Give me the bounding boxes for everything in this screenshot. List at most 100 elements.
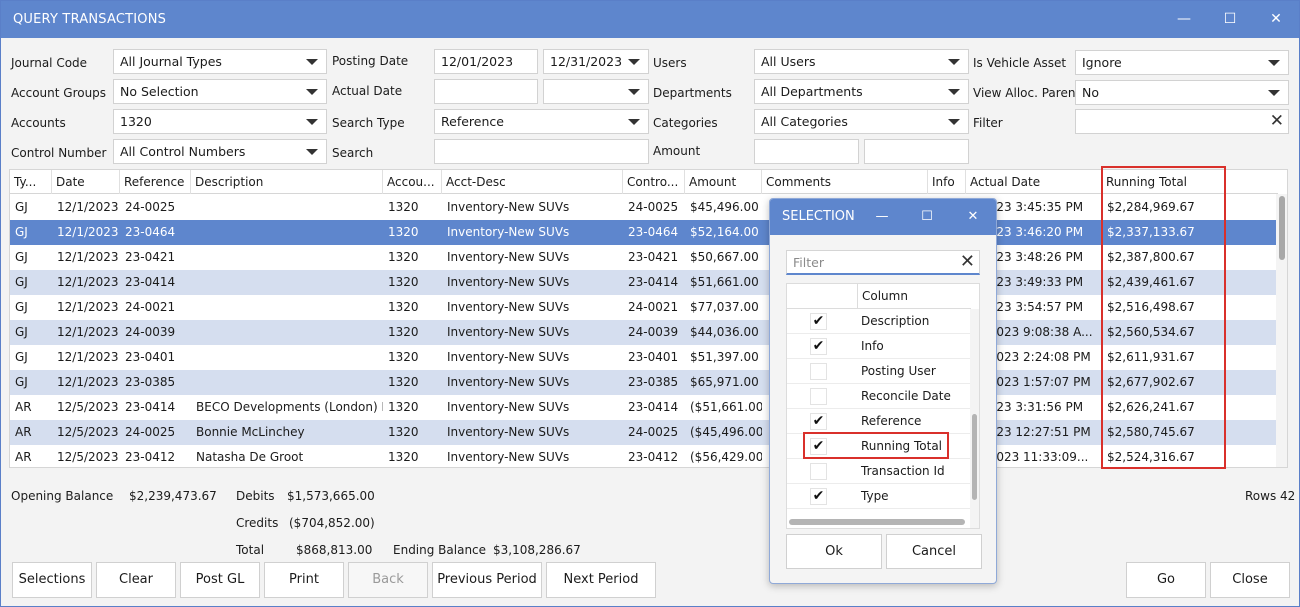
running-total-option-highlight <box>803 432 949 459</box>
amount-from-input[interactable] <box>754 139 859 164</box>
maximize-icon[interactable]: ☐ <box>1215 7 1245 31</box>
departments-label: Departments <box>653 86 732 100</box>
clear-filter-icon[interactable]: ✕ <box>1270 110 1284 133</box>
type-cell: GJ <box>15 350 28 364</box>
table-row[interactable]: GJ 12/1/2023 24-0039 1320 Inventory-New SUVs… <box>10 320 1277 345</box>
col-date-header[interactable]: Date <box>52 170 120 194</box>
col-actual-date-header[interactable]: Actual Date <box>966 170 1102 194</box>
list-item[interactable]: ✔ Type <box>787 484 971 509</box>
search-type-dropdown[interactable]: Reference <box>434 109 649 134</box>
cancel-button[interactable]: Cancel <box>886 534 982 569</box>
table-row[interactable]: GJ 12/1/2023 24-0025 1320 Inventory-New SUVs… <box>10 195 1277 220</box>
posting-date-from-value: 12/01/2023 <box>441 54 514 69</box>
description-cell <box>191 220 383 245</box>
list-item[interactable]: Reconcile Date <box>787 384 971 409</box>
reference-cell: 24-0025 <box>125 425 176 439</box>
table-row[interactable]: GJ 12/1/2023 23-0464 1320 Inventory-New SUVs… <box>10 220 1277 245</box>
col-control-header[interactable]: Contro... <box>623 170 685 194</box>
opening-balance-label: Opening Balance <box>11 489 114 503</box>
column-checkbox[interactable] <box>810 463 827 480</box>
rows-count: Rows 42 <box>1245 489 1296 503</box>
column-checkbox[interactable] <box>810 388 827 405</box>
control-number-dropdown[interactable]: All Control Numbers <box>113 139 327 164</box>
clear-selection-filter-icon[interactable]: ✕ <box>960 250 975 273</box>
close-button[interactable]: Close <box>1210 562 1290 598</box>
amount-to-input[interactable] <box>864 139 969 164</box>
clear-button[interactable]: Clear <box>96 562 176 598</box>
account-cell: 1320 <box>388 225 419 239</box>
journal-code-dropdown[interactable]: All Journal Types <box>113 49 327 74</box>
print-button[interactable]: Print <box>264 562 344 598</box>
control-cell: 23-0421 <box>628 250 679 264</box>
table-row[interactable]: AR 12/5/2023 24-0025 Bonnie McLinchey 1320 In… <box>10 420 1277 445</box>
column-checkbox[interactable]: ✔ <box>810 413 827 430</box>
dialog-maximize-icon[interactable]: ☐ <box>915 206 939 228</box>
col-account-header[interactable]: Accou... <box>383 170 442 194</box>
reference-cell: 24-0039 <box>125 325 176 339</box>
dialog-minimize-icon[interactable]: — <box>870 206 894 228</box>
departments-dropdown[interactable]: All Departments <box>754 79 969 104</box>
table-row[interactable]: GJ 12/1/2023 24-0021 1320 Inventory-New SUVs… <box>10 295 1277 320</box>
users-dropdown[interactable]: All Users <box>754 49 969 74</box>
back-button[interactable]: Back <box>348 562 428 598</box>
amount-cell: $77,037.00 <box>690 300 759 314</box>
column-checkbox[interactable]: ✔ <box>810 488 827 505</box>
col-comments-header[interactable]: Comments <box>762 170 928 194</box>
search-input[interactable] <box>434 139 649 164</box>
list-item[interactable]: Posting User <box>787 359 971 384</box>
col-amount-header[interactable]: Amount <box>685 170 762 194</box>
account-groups-dropdown[interactable]: No Selection <box>113 79 327 104</box>
selection-filter-input[interactable]: Filter ✕ <box>786 250 980 275</box>
actual-date-to-dropdown[interactable] <box>543 79 649 104</box>
actual-date-from-input[interactable] <box>434 79 538 104</box>
ok-button[interactable]: Ok <box>786 534 882 569</box>
grid-scroll-thumb[interactable] <box>1279 196 1285 260</box>
list-horizontal-scrollbar[interactable] <box>789 519 965 525</box>
list-scroll-thumb[interactable] <box>972 414 977 500</box>
accounts-dropdown[interactable]: 1320 <box>113 109 327 134</box>
posting-date-from-input[interactable]: 12/01/2023 <box>434 49 538 74</box>
table-row[interactable]: GJ 12/1/2023 23-0421 1320 Inventory-New SUVs… <box>10 245 1277 270</box>
column-checkbox[interactable] <box>810 363 827 380</box>
posting-date-to-dropdown[interactable]: 12/31/2023 <box>543 49 649 74</box>
date-cell: 12/1/2023 <box>57 250 119 264</box>
view-alloc-parents-dropdown[interactable]: No <box>1075 80 1289 105</box>
column-checkbox[interactable]: ✔ <box>810 338 827 355</box>
post-gl-button[interactable]: Post GL <box>180 562 260 598</box>
categories-dropdown[interactable]: All Categories <box>754 109 969 134</box>
table-row[interactable]: AR 12/5/2023 23-0412 Natasha De Groot 1320 In… <box>10 445 1277 467</box>
account-cell: 1320 <box>388 400 419 414</box>
list-item[interactable]: Transaction Id <box>787 459 971 484</box>
selections-button[interactable]: Selections <box>12 562 92 598</box>
dialog-close-icon[interactable]: ✕ <box>961 206 985 228</box>
table-row[interactable]: GJ 12/1/2023 23-0401 1320 Inventory-New SUVs… <box>10 345 1277 370</box>
list-item[interactable]: ✔ Description <box>787 309 971 334</box>
account-groups-label: Account Groups <box>11 86 107 100</box>
col-description-header[interactable]: Description <box>191 170 383 194</box>
col-info-header[interactable]: Info <box>928 170 966 194</box>
filter-input[interactable]: ✕ <box>1075 109 1289 134</box>
list-item[interactable]: ✔ Reference <box>787 409 971 434</box>
minimize-icon[interactable]: — <box>1169 7 1199 31</box>
amount-cell: $65,971.00 <box>690 375 759 389</box>
close-icon[interactable]: ✕ <box>1261 7 1291 31</box>
col-acct-desc-header[interactable]: Acct-Desc <box>442 170 623 194</box>
is-vehicle-asset-dropdown[interactable]: Ignore <box>1075 50 1289 75</box>
debits-value: $1,573,665.00 <box>287 489 375 503</box>
go-button[interactable]: Go <box>1126 562 1206 598</box>
type-cell: GJ <box>15 375 28 389</box>
table-row[interactable]: GJ 12/1/2023 23-0385 1320 Inventory-New SUVs… <box>10 370 1277 395</box>
acct-desc-cell: Inventory-New SUVs <box>447 300 570 314</box>
table-row[interactable]: GJ 12/1/2023 23-0414 1320 Inventory-New SUVs… <box>10 270 1277 295</box>
next-period-button[interactable]: Next Period <box>546 562 656 598</box>
list-item[interactable]: ✔ Info <box>787 334 971 359</box>
table-row[interactable]: AR 12/5/2023 23-0414 BECO Developments (Lon… <box>10 395 1277 420</box>
column-checkbox[interactable]: ✔ <box>810 313 827 330</box>
col-type-header[interactable]: Ty... <box>10 170 52 194</box>
window-title: QUERY TRANSACTIONS <box>13 12 167 27</box>
grid-vertical-scrollbar[interactable] <box>1276 194 1287 467</box>
reference-cell: 23-0464 <box>125 225 176 239</box>
list-vertical-scrollbar[interactable] <box>970 309 979 528</box>
col-reference-header[interactable]: Reference <box>120 170 191 194</box>
previous-period-button[interactable]: Previous Period <box>432 562 542 598</box>
